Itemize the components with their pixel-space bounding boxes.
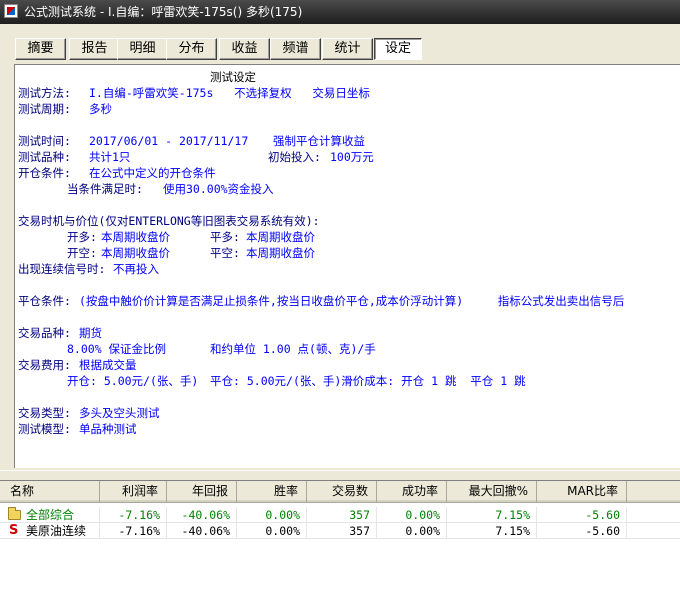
tab-statistics[interactable]: 统计: [322, 38, 373, 60]
tab-spectrum[interactable]: 频谱: [270, 38, 321, 60]
consecutive-label: 出现连续信号时:: [18, 262, 106, 276]
initial-label: 初始投入:: [268, 150, 321, 164]
table-row[interactable]: 全部综合 -7.16% -40.06% 0.00% 357 0.00% 7.15% -5.60: [0, 507, 680, 523]
fee-value: 根据成交量: [79, 358, 137, 372]
when-condition-value: 使用30.00%资金投入: [163, 182, 274, 196]
tab-returns[interactable]: 收益: [219, 38, 270, 60]
window-title: 公式测试系统 - I.自编：呼雷欢笑-175s() 多秒(175): [24, 5, 303, 19]
contract-unit-value: 和约单位 1.00 点(顿、克)/手: [210, 342, 376, 356]
column-header-filler: [627, 481, 680, 503]
column-header-annual-return[interactable]: 年回报: [167, 481, 237, 503]
column-header-win-rate[interactable]: 胜率: [237, 481, 307, 503]
force-close-text: 强制平仓计算收益: [273, 134, 365, 148]
open-long-value: 本周期收盘价: [101, 230, 170, 244]
method-value: I.自编-呼雷欢笑-175s 不选择复权 交易日坐标: [89, 86, 370, 100]
variety-value: 共计1只: [89, 150, 131, 164]
time-value: 2017/06/01 - 2017/11/17: [89, 134, 249, 148]
column-header-profit-rate[interactable]: 利润率: [100, 481, 167, 503]
open-short-label: 开空:: [67, 246, 97, 260]
consecutive-value: 不再投入: [113, 262, 159, 276]
close-long-label: 平多:: [210, 230, 240, 244]
close-long-value: 本周期收盘价: [246, 230, 315, 244]
close-short-value: 本周期收盘价: [246, 246, 315, 260]
test-model-value: 单品种测试: [79, 422, 137, 436]
column-header-max-drawdown[interactable]: 最大回撤%: [447, 481, 537, 503]
open-short-value: 本周期收盘价: [101, 246, 170, 260]
initial-value: 100万元: [330, 150, 374, 164]
trade-variety-value: 期货: [79, 326, 102, 340]
tab-bar: 摘要 报告 明细 分布 收益 频谱 统计 设定: [0, 24, 680, 62]
timing-title: 交易时机与价位(仅对ENTERLONG等旧图表交易系统有效):: [18, 214, 320, 228]
table-row[interactable]: S 美原油连续 -7.16% -40.06% 0.00% 357 0.00% 7.15% -5.…: [0, 523, 680, 539]
open-long-label: 开多:: [67, 230, 97, 244]
when-condition-label: 当条件满足时:: [67, 182, 143, 196]
test-model-label: 测试模型:: [18, 422, 71, 436]
title-bar: 公式测试系统 - I.自编：呼雷欢笑-175s() 多秒(175): [0, 0, 680, 24]
fee-open-value: 开仓: 5.00元/(张、手): [67, 374, 199, 388]
fee-close-value: 平仓: 5.00元/(张、手)滑价成本: 开仓 1 跳 平仓 1 跳: [210, 374, 526, 388]
report-heading: 测试设定: [210, 70, 256, 84]
row-cell-MAR比率: -5.60: [585, 524, 620, 538]
column-header-trade-count[interactable]: 交易数: [307, 481, 377, 503]
trade-variety-label: 交易品种:: [18, 326, 71, 340]
close-short-label: 平空:: [210, 246, 240, 260]
table-header: 名称 利润率 年回报 胜率 交易数 成功率 最大回撤% MAR比率: [0, 481, 680, 503]
column-header-name[interactable]: 名称: [0, 481, 100, 503]
tab-report[interactable]: 报告: [69, 38, 120, 60]
open-condition-value: 在公式中定义的开仓条件: [89, 166, 216, 180]
period-value: 多秒: [89, 102, 112, 116]
tab-settings[interactable]: 设定: [374, 38, 422, 60]
tab-distribution[interactable]: 分布: [166, 38, 217, 60]
variety-label: 测试品种:: [18, 150, 71, 164]
column-header-success-rate[interactable]: 成功率: [377, 481, 447, 503]
close-condition-label: 平仓条件:: [18, 294, 71, 308]
margin-value: 8.00% 保证金比例: [67, 342, 167, 356]
tab-summary[interactable]: 摘要: [15, 38, 66, 60]
method-label: 测试方法:: [18, 86, 71, 100]
app-icon: [4, 4, 18, 18]
time-label: 测试时间:: [18, 134, 71, 148]
trade-type-label: 交易类型:: [18, 406, 71, 420]
period-label: 测试周期:: [18, 102, 71, 116]
row-cell-MAR比率: -5.60: [585, 508, 620, 522]
close-condition-value: (按盘中触价价计算是否满足止损条件,按当日收盘价平仓,成本价浮动计算) 指标公式…: [79, 294, 625, 308]
trade-type-value: 多头及空头测试: [79, 406, 160, 420]
pane-splitter[interactable]: [0, 470, 680, 480]
column-header-mar-ratio[interactable]: MAR比率: [537, 481, 627, 503]
fee-label: 交易费用:: [18, 358, 71, 372]
open-condition-label: 开仓条件:: [18, 166, 71, 180]
settings-report: 测试设定 测试方法: I.自编-呼雷欢笑-175s 不选择复权 交易日坐标 测试…: [14, 64, 680, 468]
tab-details[interactable]: 明细: [117, 38, 168, 60]
results-table: 名称 利润率 年回报 胜率 交易数 成功率 最大回撤% MAR比率 全部综合 -7…: [0, 480, 680, 614]
